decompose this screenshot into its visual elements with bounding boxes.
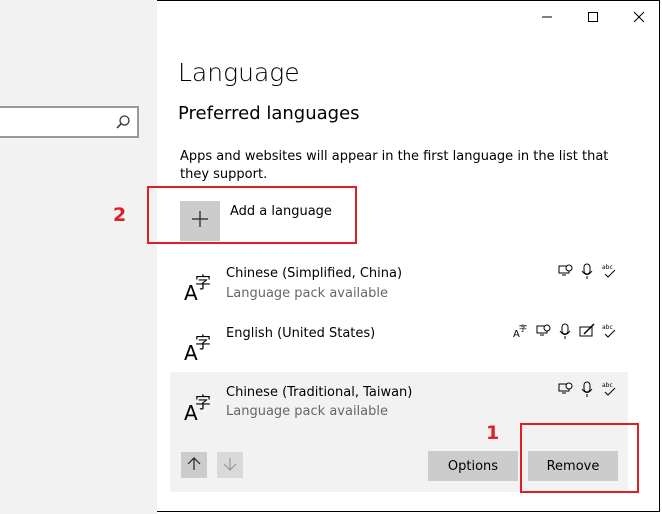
language-item[interactable]: A字 Chinese (Simplified, China) Language … [170, 256, 628, 316]
page-title: Language [178, 58, 300, 87]
svg-text:字: 字 [195, 393, 211, 412]
language-item[interactable]: A字 English (United States) A字 abc [170, 316, 628, 376]
search-box[interactable] [0, 106, 139, 138]
move-up-button[interactable] [181, 452, 207, 478]
language-name: Chinese (Traditional, Taiwan) [226, 385, 413, 400]
search-icon[interactable] [115, 114, 131, 130]
language-glyph-icon: A字 [184, 390, 216, 425]
svg-text:abc: abc [602, 264, 613, 271]
language-features: A字 abc [512, 322, 618, 340]
language-glyph-icon: A字 [184, 330, 216, 365]
spell-check-icon: abc [600, 380, 618, 398]
maximize-icon[interactable] [570, 6, 616, 28]
close-icon[interactable] [616, 6, 662, 28]
speech-recognition-icon [534, 322, 552, 340]
speech-recognition-icon [556, 262, 574, 280]
annotation-box-remove [520, 423, 639, 493]
speech-recognition-icon [556, 380, 574, 398]
minimize-icon[interactable] [524, 6, 570, 28]
annotation-number-1: 1 [486, 422, 500, 444]
svg-text:字: 字 [195, 333, 211, 352]
navigation-pane [0, 0, 157, 514]
svg-text:abc: abc [602, 382, 613, 389]
arrow-down-icon [223, 456, 237, 475]
language-status: Language pack available [226, 404, 388, 419]
language-name: English (United States) [226, 326, 376, 341]
language-status: Language pack available [226, 286, 388, 301]
microphone-icon [578, 380, 596, 398]
spell-check-icon: abc [600, 262, 618, 280]
svg-text:字: 字 [195, 273, 211, 292]
handwriting-icon [578, 322, 596, 340]
spell-check-icon: abc [600, 322, 618, 340]
svg-text:字: 字 [519, 323, 527, 333]
language-glyph-icon: A字 [184, 270, 216, 305]
microphone-icon [578, 262, 596, 280]
arrow-up-icon [187, 456, 201, 475]
description-text: Apps and websites will appear in the fir… [180, 149, 609, 182]
language-features: abc [556, 380, 618, 398]
svg-text:abc: abc [602, 324, 613, 331]
annotation-box-add-language [147, 186, 357, 244]
move-down-button[interactable] [217, 452, 243, 478]
options-button[interactable]: Options [428, 451, 518, 481]
language-features: abc [556, 262, 618, 280]
language-name: Chinese (Simplified, China) [226, 266, 403, 281]
annotation-number-2: 2 [113, 204, 127, 226]
microphone-icon [556, 322, 574, 340]
section-title: Preferred languages [178, 103, 360, 124]
display-language-icon: A字 [512, 322, 530, 340]
window-controls [524, 6, 662, 28]
